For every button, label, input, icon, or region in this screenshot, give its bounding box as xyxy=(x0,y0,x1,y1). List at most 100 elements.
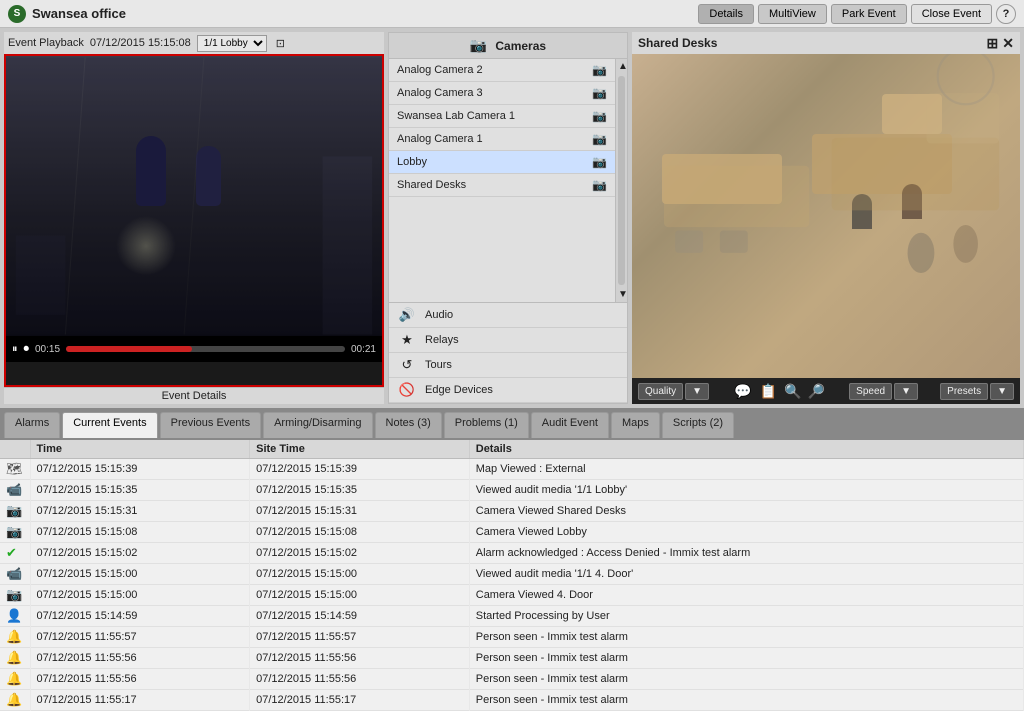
tab-current-events[interactable]: Current Events xyxy=(62,412,157,438)
row-site-time-cell: 07/12/2015 11:55:57 xyxy=(250,627,470,648)
close-event-button[interactable]: Close Event xyxy=(911,4,992,24)
row-site-time-cell: 07/12/2015 11:55:56 xyxy=(250,648,470,669)
details-button[interactable]: Details xyxy=(698,4,754,24)
table-row[interactable]: 📹 07/12/2015 15:15:00 07/12/2015 15:15:0… xyxy=(0,564,1024,585)
row-time-cell: 07/12/2015 15:15:31 xyxy=(30,501,250,522)
cameras-scroll-area: Analog Camera 2 📷 Analog Camera 3 📷 Swan… xyxy=(389,59,627,302)
edge-devices-label: Edge Devices xyxy=(425,384,493,396)
presets-dropdown-arrow[interactable]: ▼ xyxy=(990,383,1014,400)
camera-name-2: Swansea Lab Camera 1 xyxy=(397,110,515,122)
tours-control[interactable]: ↺ Tours xyxy=(389,353,627,378)
col-time-header: Time xyxy=(30,440,250,459)
camera-item-5[interactable]: Shared Desks 📷 xyxy=(389,174,615,197)
presets-button[interactable]: Presets xyxy=(940,383,988,400)
record-button[interactable]: ⏺ xyxy=(24,343,30,356)
tab-previous-events[interactable]: Previous Events xyxy=(160,412,261,438)
edge-devices-control[interactable]: 🚫 Edge Devices xyxy=(389,378,627,403)
row-icon-cell: 🔔 xyxy=(0,690,30,711)
snapshot-icon[interactable]: 📋 xyxy=(757,383,780,400)
shared-desks-header: Shared Desks ⊞ ✕ xyxy=(632,32,1020,54)
zoom-out-icon[interactable]: 🔎 xyxy=(806,383,827,400)
event-type-icon: 📷 xyxy=(6,587,22,602)
event-type-icon: 📷 xyxy=(6,524,22,539)
app-logo: S xyxy=(8,5,26,23)
camera-item-3[interactable]: Analog Camera 1 📷 xyxy=(389,128,615,151)
relays-control[interactable]: ★ Relays xyxy=(389,328,627,353)
row-site-time-cell: 07/12/2015 15:15:39 xyxy=(250,459,470,480)
row-details-cell: Alarm acknowledged : Access Denied - Imm… xyxy=(469,543,1023,564)
event-type-icon: 📹 xyxy=(6,482,22,497)
tours-icon: ↺ xyxy=(397,357,417,373)
camera-header-icon: 📷 xyxy=(470,37,487,54)
event-type-icon: 🗺 xyxy=(6,461,23,476)
table-row[interactable]: 📷 07/12/2015 15:15:08 07/12/2015 15:15:0… xyxy=(0,522,1024,543)
video-progress-bar[interactable] xyxy=(66,346,345,352)
event-type-icon: 🔔 xyxy=(6,650,22,665)
camera-item-0[interactable]: Analog Camera 2 📷 xyxy=(389,59,615,82)
row-time-cell: 07/12/2015 15:15:02 xyxy=(30,543,250,564)
camera-add-icon[interactable]: 💬 xyxy=(731,383,754,400)
header-button-group: Details MultiView Park Event Close Event… xyxy=(698,4,1016,24)
cameras-scrollbar[interactable]: ▲ ▼ xyxy=(615,59,627,302)
row-site-time-cell: 07/12/2015 15:15:00 xyxy=(250,564,470,585)
table-row[interactable]: 📷 07/12/2015 15:15:00 07/12/2015 15:15:0… xyxy=(0,585,1024,606)
event-video-feed xyxy=(6,56,382,336)
row-details-cell: Viewed audit media '1/1 Lobby' xyxy=(469,480,1023,501)
tab-audit-event[interactable]: Audit Event xyxy=(531,412,609,438)
tab-arming-disarming[interactable]: Arming/Disarming xyxy=(263,412,372,438)
expand-icon[interactable]: ⊡ xyxy=(273,37,288,50)
help-button[interactable]: ? xyxy=(996,4,1016,24)
row-icon-cell: 👤 xyxy=(0,606,30,627)
close-camera-icon[interactable]: ✕ xyxy=(1002,35,1014,52)
row-icon-cell: ✔ xyxy=(0,543,30,564)
camera-item-4[interactable]: Lobby 📷 xyxy=(389,151,615,174)
row-icon-cell: 📹 xyxy=(0,564,30,585)
row-details-cell: Camera Viewed Shared Desks xyxy=(469,501,1023,522)
multiview-button[interactable]: MultiView xyxy=(758,4,827,24)
row-details-cell: Camera Viewed 4. Door xyxy=(469,585,1023,606)
table-row[interactable]: ✔ 07/12/2015 15:15:02 07/12/2015 15:15:0… xyxy=(0,543,1024,564)
row-site-time-cell: 07/12/2015 15:15:08 xyxy=(250,522,470,543)
quality-button[interactable]: Quality xyxy=(638,383,683,400)
table-row[interactable]: 🔔 07/12/2015 11:55:56 07/12/2015 11:55:5… xyxy=(0,669,1024,690)
tab-maps[interactable]: Maps xyxy=(611,412,660,438)
tab-scripts[interactable]: Scripts (2) xyxy=(662,412,734,438)
channel-select[interactable]: 1/1 Lobby xyxy=(197,35,267,52)
tab-notes[interactable]: Notes (3) xyxy=(375,412,442,438)
video-time-start: 00:15 xyxy=(35,344,60,355)
row-icon-cell: 📷 xyxy=(0,522,30,543)
col-details-header: Details xyxy=(469,440,1023,459)
speed-button[interactable]: Speed xyxy=(849,383,892,400)
table-row[interactable]: 🔔 07/12/2015 11:55:56 07/12/2015 11:55:5… xyxy=(0,648,1024,669)
events-table-container[interactable]: Time Site Time Details 🗺 07/12/2015 15:1… xyxy=(0,440,1024,711)
event-type-icon: 📷 xyxy=(6,503,22,518)
scroll-down-button[interactable]: ▼ xyxy=(616,287,627,302)
scroll-up-button[interactable]: ▲ xyxy=(616,59,627,74)
play-pause-button[interactable]: ⏸ xyxy=(12,343,18,356)
zoom-in-icon[interactable]: 🔍 xyxy=(782,383,803,400)
camera-icon-4: 📷 xyxy=(592,155,607,169)
row-icon-cell: 📹 xyxy=(0,480,30,501)
table-row[interactable]: 👤 07/12/2015 15:14:59 07/12/2015 15:14:5… xyxy=(0,606,1024,627)
row-time-cell: 07/12/2015 15:14:59 xyxy=(30,606,250,627)
audio-control[interactable]: 🔊 Audio xyxy=(389,303,627,328)
table-row[interactable]: 📹 07/12/2015 15:15:35 07/12/2015 15:15:3… xyxy=(0,480,1024,501)
camera-item-2[interactable]: Swansea Lab Camera 1 📷 xyxy=(389,105,615,128)
row-icon-cell: 🔔 xyxy=(0,627,30,648)
table-row[interactable]: 🔔 07/12/2015 11:55:57 07/12/2015 11:55:5… xyxy=(0,627,1024,648)
tab-problems[interactable]: Problems (1) xyxy=(444,412,529,438)
speed-dropdown-arrow[interactable]: ▼ xyxy=(894,383,918,400)
audio-icon: 🔊 xyxy=(397,307,417,323)
table-row[interactable]: 📷 07/12/2015 15:15:31 07/12/2015 15:15:3… xyxy=(0,501,1024,522)
table-row[interactable]: 🔔 07/12/2015 11:55:17 07/12/2015 11:55:1… xyxy=(0,690,1024,711)
park-event-button[interactable]: Park Event xyxy=(831,4,907,24)
row-time-cell: 07/12/2015 15:15:08 xyxy=(30,522,250,543)
multiview-icon[interactable]: ⊞ xyxy=(987,35,999,52)
camera-name-0: Analog Camera 2 xyxy=(397,64,483,76)
row-time-cell: 07/12/2015 11:55:56 xyxy=(30,648,250,669)
row-time-cell: 07/12/2015 15:15:35 xyxy=(30,480,250,501)
tab-alarms[interactable]: Alarms xyxy=(4,412,60,438)
table-row[interactable]: 🗺 07/12/2015 15:15:39 07/12/2015 15:15:3… xyxy=(0,459,1024,480)
quality-dropdown-arrow[interactable]: ▼ xyxy=(685,383,709,400)
camera-item-1[interactable]: Analog Camera 3 📷 xyxy=(389,82,615,105)
